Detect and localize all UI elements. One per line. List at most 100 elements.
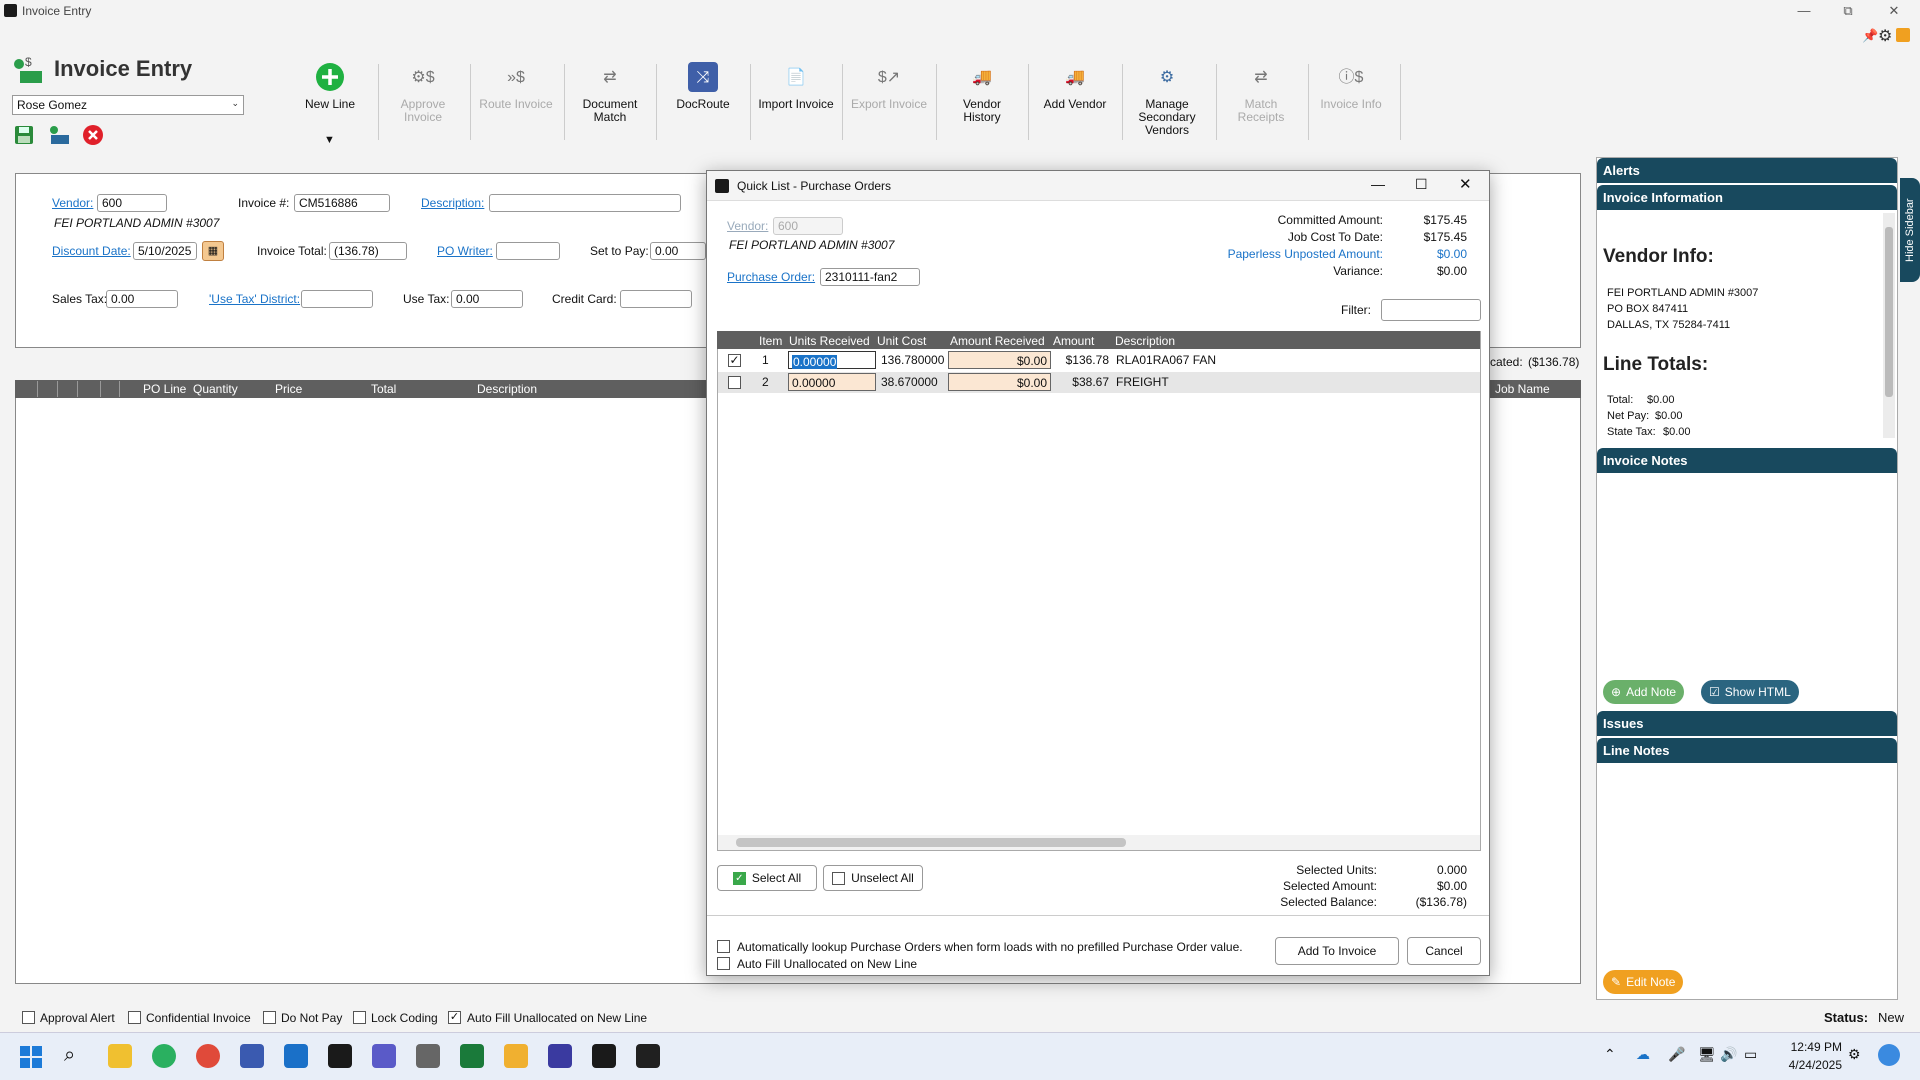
dialog-cancel-button[interactable]: Cancel	[1407, 937, 1481, 965]
acrobat-icon[interactable]	[636, 1044, 660, 1068]
clock-time[interactable]: 12:49 PM	[1782, 1040, 1842, 1054]
dialog-maximize-button[interactable]: ☐	[1415, 176, 1428, 193]
col-amount[interactable]: Amount	[1053, 334, 1094, 348]
app-icon-1[interactable]	[108, 1044, 132, 1068]
minimize-button[interactable]: —	[1790, 2, 1818, 20]
gear-icon[interactable]: ⚙	[1878, 26, 1892, 46]
info-scrollbar[interactable]	[1883, 213, 1895, 438]
select-all-button[interactable]: ✓ Select All	[717, 865, 817, 891]
import-invoice-button[interactable]: 📄 Import Invoice	[756, 62, 836, 111]
microphone-icon[interactable]: 🎤	[1668, 1046, 1685, 1063]
excel-icon[interactable]	[460, 1044, 484, 1068]
dialog-close-button[interactable]: ✕	[1459, 175, 1472, 193]
invoice-info-button[interactable]: ⓘ$ Invoice Info	[1318, 62, 1384, 111]
copilot-icon[interactable]	[1878, 1044, 1900, 1066]
table-row[interactable]: ✓ 1 0.00000 136.780000 $0.00 $136.78 RLA…	[718, 350, 1480, 371]
po-writer-input[interactable]	[496, 242, 560, 260]
save-new-icon[interactable]	[48, 125, 70, 145]
document-match-button[interactable]: ⇄ Document Match	[576, 62, 644, 124]
table-row[interactable]: 2 0.00000 38.670000 $0.00 $38.67 FREIGHT	[718, 372, 1480, 393]
calendar-icon[interactable]: ▦	[202, 241, 224, 261]
use-tax-district-input[interactable]	[301, 290, 373, 308]
new-line-dropdown-icon[interactable]: ▼	[324, 134, 335, 146]
col-description[interactable]: Description	[477, 382, 537, 396]
vendor-input[interactable]: 600	[97, 194, 167, 212]
col-quantity[interactable]: Quantity	[193, 382, 238, 396]
show-html-toggle[interactable]: ☑ Show HTML	[1701, 680, 1799, 704]
approval-alert-checkbox[interactable]	[22, 1011, 35, 1024]
sales-tax-input[interactable]: 0.00	[106, 290, 178, 308]
col-job-name[interactable]: Job Name	[1495, 382, 1550, 396]
pin-icon[interactable]: 📌	[1862, 28, 1878, 44]
discount-date-link[interactable]: Discount Date:	[52, 244, 131, 258]
invoice-total-input[interactable]: (136.78)	[329, 242, 407, 260]
amount-received-input[interactable]: $0.00	[948, 351, 1051, 369]
col-price[interactable]: Price	[275, 382, 302, 396]
use-tax-input[interactable]: 0.00	[451, 290, 523, 308]
set-to-pay-input[interactable]: 0.00	[650, 242, 706, 260]
match-receipts-button[interactable]: ⇄ Match Receipts	[1222, 62, 1300, 124]
vendor-history-button[interactable]: 🚚 Vendor History	[944, 62, 1020, 124]
teams-icon[interactable]	[372, 1044, 396, 1068]
row-select-checkbox[interactable]: ✓	[728, 354, 741, 367]
approve-invoice-button[interactable]: ⚙$ Approve Invoice	[390, 62, 456, 124]
col-item[interactable]: Item	[759, 334, 782, 348]
col-total[interactable]: Total	[371, 382, 396, 396]
scrollbar-thumb[interactable]	[736, 838, 1126, 847]
issues-header[interactable]: Issues	[1597, 711, 1897, 736]
col-unit-cost[interactable]: Unit Cost	[877, 334, 926, 348]
auto-fill-checkbox[interactable]: ✓	[448, 1011, 461, 1024]
amount-received-input[interactable]: $0.00	[948, 373, 1051, 391]
invoice-notes-header[interactable]: Invoice Notes	[1597, 448, 1897, 473]
line-notes-header[interactable]: Line Notes	[1597, 738, 1897, 763]
unselect-all-button[interactable]: Unselect All	[823, 865, 923, 891]
units-received-input[interactable]: 0.00000	[788, 373, 876, 391]
alert-icon[interactable]	[1896, 28, 1910, 42]
col-amount-received[interactable]: Amount Received	[950, 334, 1045, 348]
app-icon-4[interactable]	[548, 1044, 572, 1068]
invoice-number-input[interactable]: CM516886	[294, 194, 390, 212]
file-explorer-icon[interactable]	[504, 1044, 528, 1068]
network-icon[interactable]: 🖥	[1698, 1046, 1716, 1063]
credit-card-input[interactable]	[620, 290, 692, 308]
invoice-information-header[interactable]: Invoice Information	[1597, 185, 1897, 210]
auto-lookup-checkbox[interactable]	[717, 940, 730, 953]
vendor-link[interactable]: Vendor:	[52, 196, 93, 210]
add-to-invoice-button[interactable]: Add To Invoice	[1275, 937, 1399, 965]
info-scrollbar-thumb[interactable]	[1885, 227, 1893, 397]
outlook-icon[interactable]	[284, 1044, 308, 1068]
spc-active-icon[interactable]	[592, 1044, 616, 1068]
clock-date[interactable]: 4/24/2025	[1772, 1058, 1842, 1072]
table-horizontal-scrollbar[interactable]	[718, 835, 1480, 850]
volume-icon[interactable]: 🔊	[1720, 1046, 1737, 1063]
filter-input[interactable]	[1381, 299, 1481, 321]
add-vendor-button[interactable]: 🚚 Add Vendor	[1038, 62, 1112, 111]
windows-start-icon[interactable]	[20, 1046, 42, 1068]
description-link[interactable]: Description:	[421, 196, 484, 210]
calculator-icon[interactable]	[416, 1044, 440, 1068]
row-select-checkbox[interactable]	[728, 376, 741, 389]
search-icon[interactable]: ⌕	[64, 1044, 75, 1067]
col-units-received[interactable]: Units Received	[789, 334, 870, 348]
notification-icon[interactable]: ⚙	[1848, 1046, 1861, 1063]
alerts-header[interactable]: Alerts	[1597, 158, 1897, 183]
cancel-icon[interactable]	[82, 124, 104, 146]
edit-note-button[interactable]: ✎ Edit Note	[1603, 970, 1684, 994]
use-tax-district-link[interactable]: 'Use Tax' District:	[209, 292, 300, 306]
route-invoice-button[interactable]: »$ Route Invoice	[478, 62, 554, 111]
app-icon-3[interactable]	[240, 1044, 264, 1068]
app-icon-2[interactable]	[152, 1044, 176, 1068]
dialog-auto-fill-checkbox[interactable]	[717, 957, 730, 970]
add-note-button[interactable]: ⊕ Add Note	[1603, 680, 1685, 704]
docroute-button[interactable]: ⤨ DocRoute	[668, 62, 738, 111]
col-description[interactable]: Description	[1115, 334, 1175, 348]
chevron-up-icon[interactable]: ⌃	[1604, 1046, 1616, 1063]
confidential-invoice-checkbox[interactable]	[128, 1011, 141, 1024]
po-writer-link[interactable]: PO Writer:	[437, 244, 493, 258]
hide-sidebar-tab[interactable]: Hide Sidebar	[1900, 178, 1920, 282]
purchase-order-link[interactable]: Purchase Order:	[727, 270, 815, 284]
purchase-order-input[interactable]: 2310111-fan2	[820, 268, 920, 286]
chrome-icon[interactable]	[196, 1044, 220, 1068]
maximize-button[interactable]: ⧉	[1834, 2, 1862, 20]
spc-icon[interactable]	[328, 1044, 352, 1068]
